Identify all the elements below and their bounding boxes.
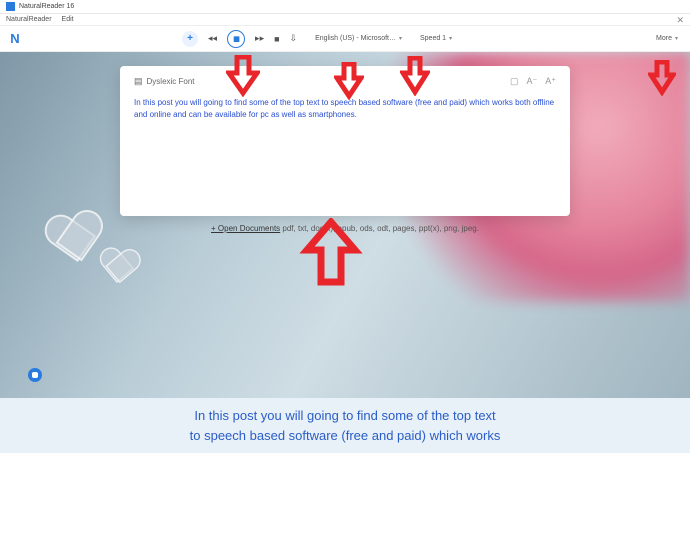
caption-bar: In this post you will going to find some… <box>0 398 690 453</box>
save-icon[interactable]: ▢ <box>510 76 519 87</box>
panel-title-label: Dyslexic Font <box>147 77 195 86</box>
chevron-down-icon: ▾ <box>399 35 402 42</box>
more-label: More <box>656 35 672 42</box>
close-icon[interactable]: ✕ <box>676 15 684 26</box>
playback-controls: + ◂◂ ▮▮ ▸▸ ■ ⇩ English (US) - Microsoft…… <box>182 30 452 48</box>
font-decrease-icon[interactable]: A⁻ <box>526 76 537 87</box>
open-documents: + Open Documents pdf, txt, doc(x), epub,… <box>211 224 479 233</box>
heart-shape <box>107 249 149 291</box>
chevron-down-icon: ▾ <box>449 35 452 42</box>
add-button[interactable]: + <box>182 31 198 47</box>
bottom-whitespace <box>0 453 690 539</box>
menu-bar: NaturalReader Edit ✕ <box>0 14 690 26</box>
speed-label: Speed 1 <box>420 35 446 42</box>
panel-title: ▤ Dyslexic Font <box>134 76 195 87</box>
chevron-down-icon: ▾ <box>675 35 678 42</box>
download-button[interactable]: ⇩ <box>290 33 298 44</box>
stop-button[interactable]: ■ <box>274 34 279 44</box>
brand-logo: N <box>8 32 22 46</box>
caption-line2: to speech based software (free and paid)… <box>190 428 501 443</box>
chat-button[interactable] <box>28 368 42 382</box>
app-icon <box>6 2 15 11</box>
more-menu[interactable]: More ▾ <box>656 35 678 42</box>
forward-button[interactable]: ▸▸ <box>255 33 264 44</box>
voice-label: English (US) - Microsoft… <box>315 35 396 42</box>
hero-area: ▤ Dyslexic Font ▢ A⁻ A⁺ In this post you… <box>0 52 690 398</box>
caption-line1: In this post you will going to find some… <box>194 408 495 423</box>
open-documents-link[interactable]: + Open Documents <box>211 224 280 233</box>
menu-naturalreader[interactable]: NaturalReader <box>6 16 52 23</box>
pause-button[interactable]: ▮▮ <box>227 30 245 48</box>
menu-edit[interactable]: Edit <box>62 16 74 23</box>
voice-selector[interactable]: English (US) - Microsoft… ▾ <box>315 35 402 42</box>
text-panel: ▤ Dyslexic Font ▢ A⁻ A⁺ In this post you… <box>120 66 570 216</box>
toolbar: N + ◂◂ ▮▮ ▸▸ ■ ⇩ English (US) - Microsof… <box>0 26 690 52</box>
open-documents-formats: pdf, txt, doc(x), epub, ods, odt, pages,… <box>280 224 479 233</box>
speed-selector[interactable]: Speed 1 ▾ <box>420 35 452 42</box>
rewind-button[interactable]: ◂◂ <box>208 33 217 44</box>
panel-controls: ▢ A⁻ A⁺ <box>510 76 556 87</box>
caption-text: In this post you will going to find some… <box>190 406 501 445</box>
window-titlebar: NaturalReader 16 <box>0 0 690 14</box>
font-increase-icon[interactable]: A⁺ <box>545 76 556 87</box>
window-title: NaturalReader 16 <box>19 3 74 10</box>
panel-body-text[interactable]: In this post you will going to find some… <box>134 97 556 121</box>
document-icon: ▤ <box>134 76 143 87</box>
panel-header: ▤ Dyslexic Font ▢ A⁻ A⁺ <box>134 76 556 87</box>
